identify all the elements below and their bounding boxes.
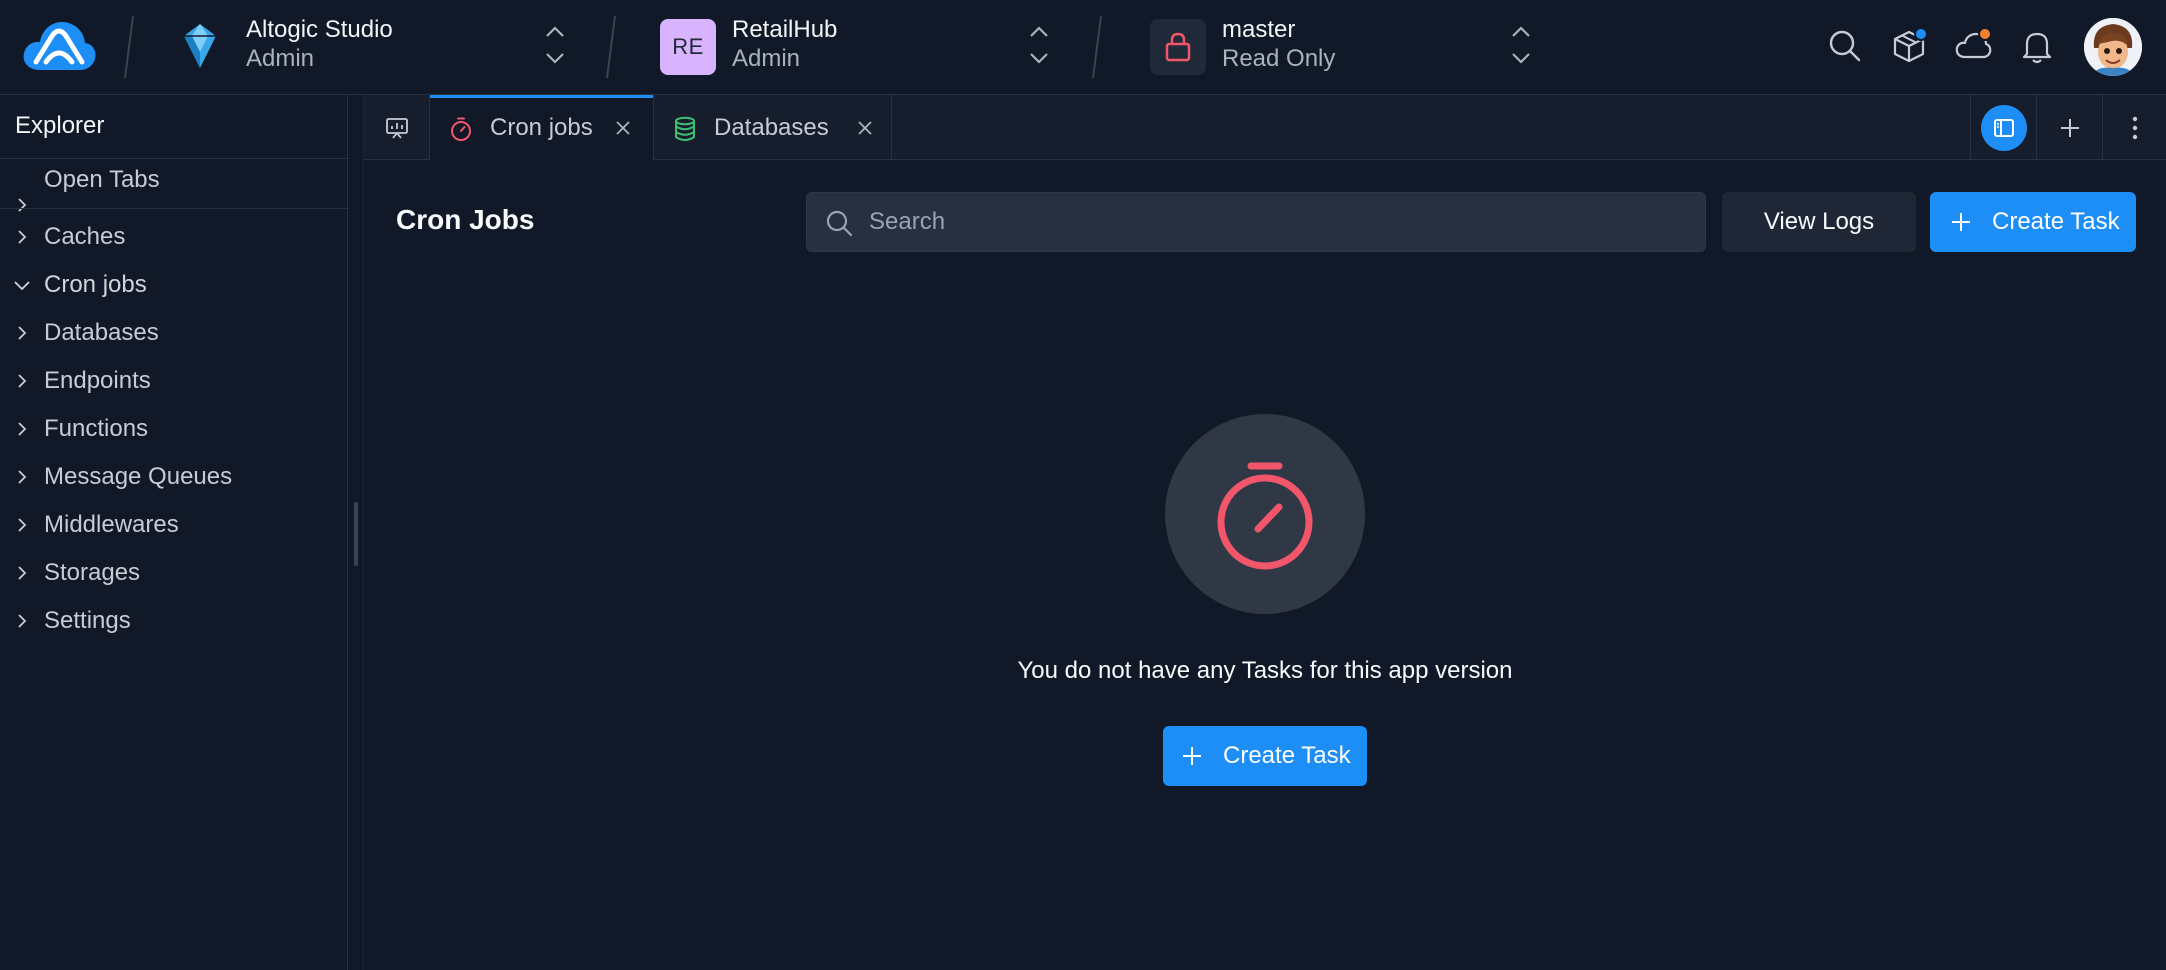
crystal-icon [182,22,218,70]
environment-access: Read Only [1222,45,1336,72]
chevron-right-icon [18,326,27,340]
divider-slash [1092,15,1102,79]
chevron-right-icon [18,518,27,532]
explorer-sidebar: Explorer Open Tabs Caches Cron jobs Data… [0,95,348,970]
empty-state-illustration [1165,414,1365,614]
view-logs-button[interactable]: View Logs [1722,192,1916,252]
sidebar-item-caches[interactable]: Caches [0,215,348,259]
chevron-right-icon [18,470,27,484]
empty-create-task-button[interactable]: Create Task [1163,726,1367,786]
workspace-selector[interactable]: Altogic Studio Admin [176,0,576,95]
sidebar-item-databases[interactable]: Databases [0,311,348,355]
cron-jobs-panel: Cron Jobs View Logs Create Task You do n… [364,160,2166,970]
chevron-updown-icon[interactable] [1510,24,1532,66]
sidebar-item-label: Storages [44,559,141,586]
environment-name: master [1222,16,1296,43]
stopwatch-icon [451,117,471,141]
workspace-role: Admin [246,45,315,72]
empty-state-message: You do not have any Tasks for this app v… [1017,657,1513,684]
sidebar-resize-handle[interactable] [354,502,358,566]
sidebar-item-label: Settings [44,607,131,634]
tab-label: Cron jobs [490,114,593,141]
chevron-right-icon [18,422,27,436]
sidebar-layout-icon [1993,118,2014,137]
sidebar-item-middlewares[interactable]: Middlewares [0,503,348,547]
sidebar-item-endpoints[interactable]: Endpoints [0,359,348,403]
create-task-label: Create Task [1992,208,2120,235]
search-box[interactable] [806,192,1706,252]
new-tab-button[interactable] [2036,95,2102,160]
plus-icon [1952,213,1970,231]
sidebar-item-storages[interactable]: Storages [0,551,348,595]
search-input[interactable] [869,193,1689,251]
divider-slash [124,15,134,79]
close-icon[interactable] [854,117,876,139]
create-task-label: Create Task [1223,742,1351,769]
search-icon[interactable] [1826,27,1864,65]
chevron-updown-icon[interactable] [1028,24,1050,66]
sidebar-item-label: Endpoints [44,367,151,394]
tab-databases[interactable]: Databases [654,95,892,160]
sidebar-item-label: Open Tabs [44,166,160,193]
chevron-updown-icon[interactable] [544,24,566,66]
sidebar-item-label: Message Queues [44,463,233,490]
toggle-layout-button[interactable] [1970,95,2036,160]
environment-selector[interactable]: master Read Only [1150,0,1570,95]
sidebar-item-label: Caches [44,223,126,250]
sidebar-item-message-queues[interactable]: Message Queues [0,455,348,499]
avatar[interactable] [2084,18,2142,76]
top-bar: Altogic Studio Admin RE RetailHub Admin [0,0,2166,95]
tab-label: Databases [714,114,829,141]
chevron-right-icon [18,566,27,580]
divider-slash [606,15,616,79]
workspace-name: Altogic Studio [246,16,393,43]
package-notification-dot [1914,27,1928,41]
plus-icon [1183,747,1201,765]
page-title: Cron Jobs [396,204,535,235]
sidebar-divider [0,208,348,209]
sidebar-item-label: Middlewares [44,511,179,538]
sidebar-divider [0,158,348,159]
cloud-icon[interactable] [1954,27,1992,65]
close-icon[interactable] [612,117,634,139]
presentation-icon [385,117,408,139]
sidebar-item-label: Cron jobs [44,271,147,298]
sidebar-item-settings[interactable]: Settings [0,599,348,643]
create-task-button[interactable]: Create Task [1930,192,2136,252]
sidebar-title: Explorer [15,112,105,139]
organization-selector[interactable]: RE RetailHub Admin [660,0,1060,95]
chevron-down-icon [14,281,30,291]
chevron-right-icon [18,198,27,212]
chevron-right-icon [18,230,27,244]
organization-role: Admin [732,45,801,72]
database-icon [675,116,695,141]
sidebar-item-label: Functions [44,415,149,442]
plus-icon [2060,118,2079,137]
search-icon [826,210,853,237]
cloud-notification-dot [1978,27,1992,41]
org-badge: RE [660,19,716,75]
chevron-right-icon [18,614,27,628]
stopwatch-icon [1217,462,1313,570]
dashboard-tab-button[interactable] [364,95,430,160]
organization-name: RetailHub [732,16,838,43]
bell-icon[interactable] [2018,27,2056,65]
sidebar-item-cron-jobs[interactable]: Cron jobs [0,263,348,307]
more-vertical-icon [2132,116,2137,139]
sidebar-item-functions[interactable]: Functions [0,407,348,451]
package-icon[interactable] [1890,27,1928,65]
sidebar-item-label: Databases [44,319,159,346]
cloud-logo-icon[interactable] [22,18,97,75]
chevron-right-icon [18,374,27,388]
tab-cron-jobs[interactable]: Cron jobs [430,95,654,160]
lock-icon [1150,19,1206,75]
more-options-button[interactable] [2102,95,2166,160]
tab-bar: Cron jobs Databases [364,95,2166,160]
